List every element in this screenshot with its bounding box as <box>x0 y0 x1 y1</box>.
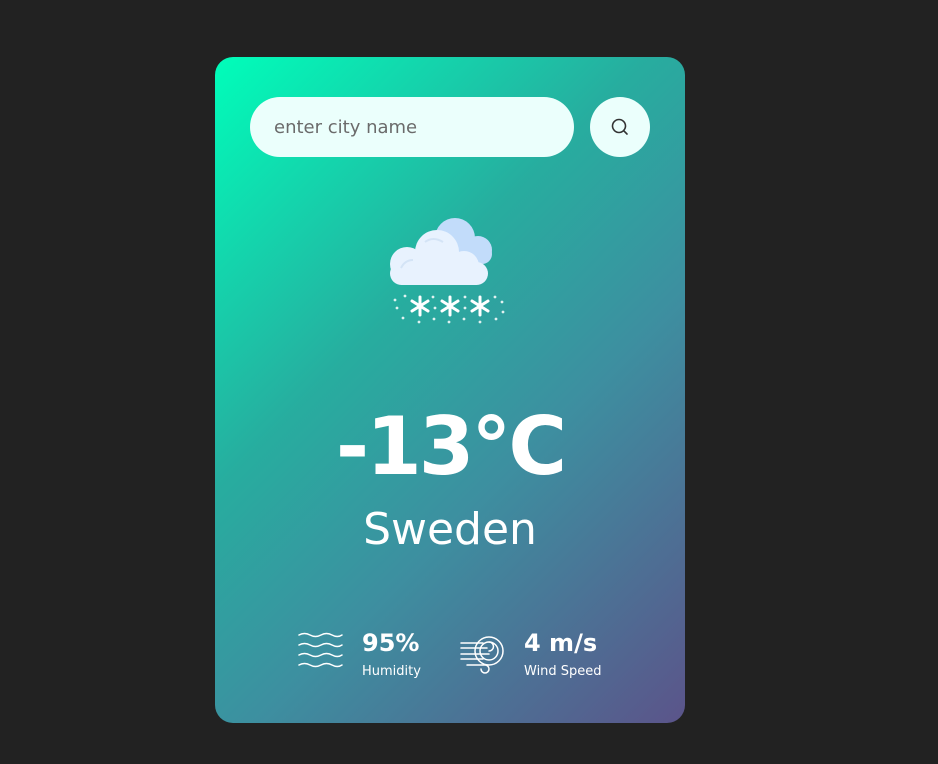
city-search-input[interactable] <box>250 97 574 157</box>
humidity-waves-icon <box>298 632 343 668</box>
snow-cloud-icon <box>390 218 505 324</box>
weather-card: -13°C Sweden 95% Humidity <box>215 57 685 723</box>
wind-icon <box>460 636 504 674</box>
search-button[interactable] <box>590 97 650 157</box>
weather-icon <box>385 212 515 332</box>
temperature: -13°C <box>335 400 567 493</box>
search-bar <box>250 97 650 157</box>
weather-details: 95% Humidity 4 m/s Wind Speed <box>215 627 685 687</box>
wind-section: 4 m/s Wind Speed <box>459 627 619 687</box>
humidity-label: Humidity <box>362 664 421 679</box>
wind-speed-label: Wind Speed <box>524 664 602 679</box>
search-icon <box>611 118 628 135</box>
wind-speed-value: 4 m/s <box>524 629 598 657</box>
humidity-value: 95% <box>362 629 420 657</box>
city-name: Sweden <box>363 504 537 555</box>
humidity-section: 95% Humidity <box>297 627 437 687</box>
